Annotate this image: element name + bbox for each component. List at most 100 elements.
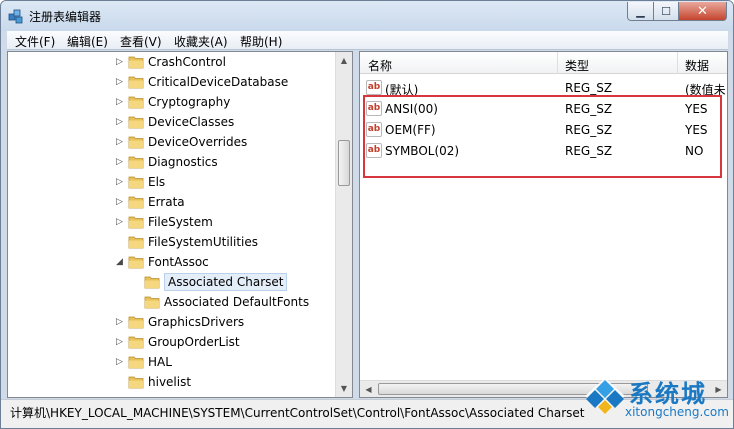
tree-item-label: CriticalDeviceDatabase (148, 75, 289, 89)
tree-item-label: FileSystemUtilities (148, 235, 258, 249)
menu-file[interactable]: 文件(F) (15, 33, 55, 50)
expand-arrow-icon[interactable]: ▷ (116, 177, 124, 187)
menu-view[interactable]: 查看(V) (120, 33, 162, 50)
column-header-name[interactable]: 名称 (368, 57, 392, 74)
tree-item-label: CrashControl (148, 55, 226, 69)
tree-item[interactable]: ▷ GroupOrderList (8, 332, 338, 352)
expand-arrow-icon[interactable]: ▷ (116, 157, 124, 167)
expand-arrow-icon[interactable]: ▷ (116, 137, 124, 147)
tree-item[interactable]: ▷ HAL (8, 352, 338, 372)
tree-item-label: HAL (148, 355, 172, 369)
folder-icon (128, 336, 144, 349)
tree-item[interactable]: ▷ Cryptography (8, 92, 338, 112)
maximize-button[interactable]: ☐ (653, 2, 679, 21)
key-tree-pane[interactable]: ▷ CrashControl ▷ CriticalDeviceDatabase ▷ Cry… (7, 51, 353, 398)
tree-item-label: Associated Charset (164, 273, 288, 291)
tree-item[interactable]: ▷ CriticalDeviceDatabase (8, 72, 338, 92)
expand-arrow-icon[interactable]: ▷ (116, 97, 124, 107)
key-path: 计算机\HKEY_LOCAL_MACHINE\SYSTEM\CurrentCon… (10, 406, 585, 420)
tree-item-label: FileSystem (148, 215, 213, 229)
minimize-icon: ▁ (636, 4, 645, 18)
tree-item-label: DeviceClasses (148, 115, 235, 129)
tree-item[interactable]: Associated Charset (8, 272, 338, 292)
minimize-button[interactable]: ▁ (627, 2, 654, 21)
column-header-type[interactable]: 类型 (565, 57, 589, 74)
collapse-arrow-icon[interactable]: ◢ (116, 257, 124, 267)
tree-item-label: Els (148, 175, 166, 189)
tree-item-label: DeviceOverrides (148, 135, 248, 149)
tree-item-label: FontAssoc (148, 255, 209, 269)
tree-item[interactable]: ◢ FontAssoc (8, 252, 338, 272)
tree-item[interactable]: hivelist (8, 372, 338, 392)
string-value-icon: ab (366, 80, 382, 95)
expand-arrow-icon[interactable]: ▷ (116, 357, 124, 367)
expand-arrow-icon[interactable]: ▷ (116, 217, 124, 227)
tree-item-label: Associated DefaultFonts (164, 295, 310, 309)
watermark-title: 系统城 (629, 380, 707, 408)
brand-logo-icon (585, 378, 625, 414)
expand-arrow-icon[interactable]: ▷ (116, 337, 124, 347)
expand-arrow-icon[interactable]: ▷ (116, 117, 124, 127)
scroll-thumb[interactable] (338, 140, 350, 186)
tree-item[interactable]: FileSystemUtilities (8, 232, 338, 252)
highlight-annotation-box (363, 95, 722, 178)
tree-item[interactable]: ▷ CrashControl (8, 52, 338, 72)
expand-arrow-icon[interactable]: ▷ (116, 197, 124, 207)
column-divider[interactable] (677, 52, 678, 74)
tree-item-label: GraphicsDrivers (148, 315, 245, 329)
folder-icon (128, 176, 144, 189)
window-title: 注册表编辑器 (29, 10, 102, 24)
folder-icon (128, 116, 144, 129)
tree-item-label: Diagnostics (148, 155, 218, 169)
registry-editor-window: 注册表编辑器 ▁ ☐ ✕ 文件(F) 编辑(E) 查看(V) 收藏夹(A) 帮助… (0, 0, 734, 429)
tree-item[interactable]: ▷ Diagnostics (8, 152, 338, 172)
folder-icon (144, 296, 160, 309)
folder-icon (128, 356, 144, 369)
menu-help[interactable]: 帮助(H) (240, 33, 282, 50)
expand-arrow-icon[interactable]: ▷ (116, 317, 124, 327)
folder-icon (128, 56, 144, 69)
watermark: 系统城 xitongcheng.com (583, 372, 733, 428)
watermark-url: xitongcheng.com (625, 405, 729, 419)
tree-item[interactable]: ▷ GraphicsDrivers (8, 312, 338, 332)
close-icon: ✕ (697, 3, 708, 19)
scroll-down-arrow-icon[interactable]: ▼ (336, 380, 352, 397)
menu-edit[interactable]: 编辑(E) (67, 33, 108, 50)
tree-item[interactable]: ▷ DeviceOverrides (8, 132, 338, 152)
folder-icon (144, 276, 160, 289)
tree-item-label: Cryptography (148, 95, 231, 109)
values-list-header: 名称 类型 数据 (360, 52, 727, 74)
tree-item[interactable]: ▷ FileSystem (8, 212, 338, 232)
title-bar[interactable]: 注册表编辑器 ▁ ☐ ✕ (1, 1, 733, 31)
menu-bar: 文件(F) 编辑(E) 查看(V) 收藏夹(A) 帮助(H) (7, 31, 728, 50)
expand-arrow-icon[interactable]: ▷ (116, 77, 124, 87)
scroll-left-arrow-icon[interactable]: ◀ (360, 381, 377, 397)
maximize-icon: ☐ (661, 4, 671, 18)
close-button[interactable]: ✕ (678, 2, 727, 21)
tree-item[interactable]: Associated DefaultFonts (8, 292, 338, 312)
folder-icon (128, 256, 144, 269)
tree-item[interactable]: ▷ DeviceClasses (8, 112, 338, 132)
tree-item[interactable]: ▷ Els (8, 172, 338, 192)
folder-icon (128, 236, 144, 249)
scroll-up-arrow-icon[interactable]: ▲ (336, 52, 352, 69)
tree-item-label: Errata (148, 195, 185, 209)
tree-item[interactable]: ▷ Errata (8, 192, 338, 212)
expand-arrow-icon[interactable]: ▷ (116, 57, 124, 67)
column-header-data[interactable]: 数据 (685, 57, 709, 74)
column-divider[interactable] (557, 52, 558, 74)
tree-item-label: hivelist (148, 375, 192, 389)
values-pane[interactable]: 名称 类型 数据 ab (默认) REG_SZ (数值未 ab ANSI(00) REG_S… (359, 51, 728, 398)
value-type: REG_SZ (565, 81, 613, 95)
folder-icon (128, 96, 144, 109)
menu-favorites[interactable]: 收藏夹(A) (174, 33, 228, 50)
folder-icon (128, 156, 144, 169)
folder-icon (128, 136, 144, 149)
folder-icon (128, 216, 144, 229)
folder-icon (128, 196, 144, 209)
registry-editor-icon (8, 9, 23, 24)
tree-vertical-scrollbar[interactable]: ▲ ▼ (335, 52, 352, 397)
